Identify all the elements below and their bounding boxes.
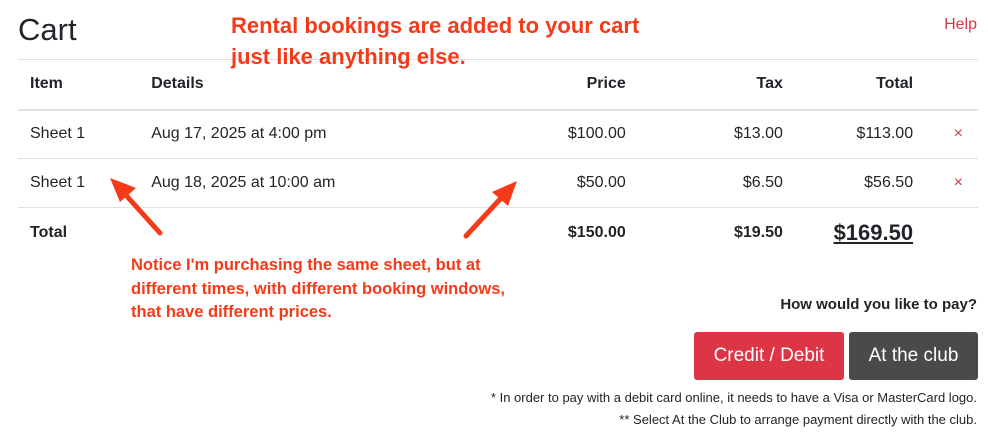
annotation-arrows [110,178,517,239]
arrow-left [110,178,163,236]
arrow-right [463,181,517,239]
